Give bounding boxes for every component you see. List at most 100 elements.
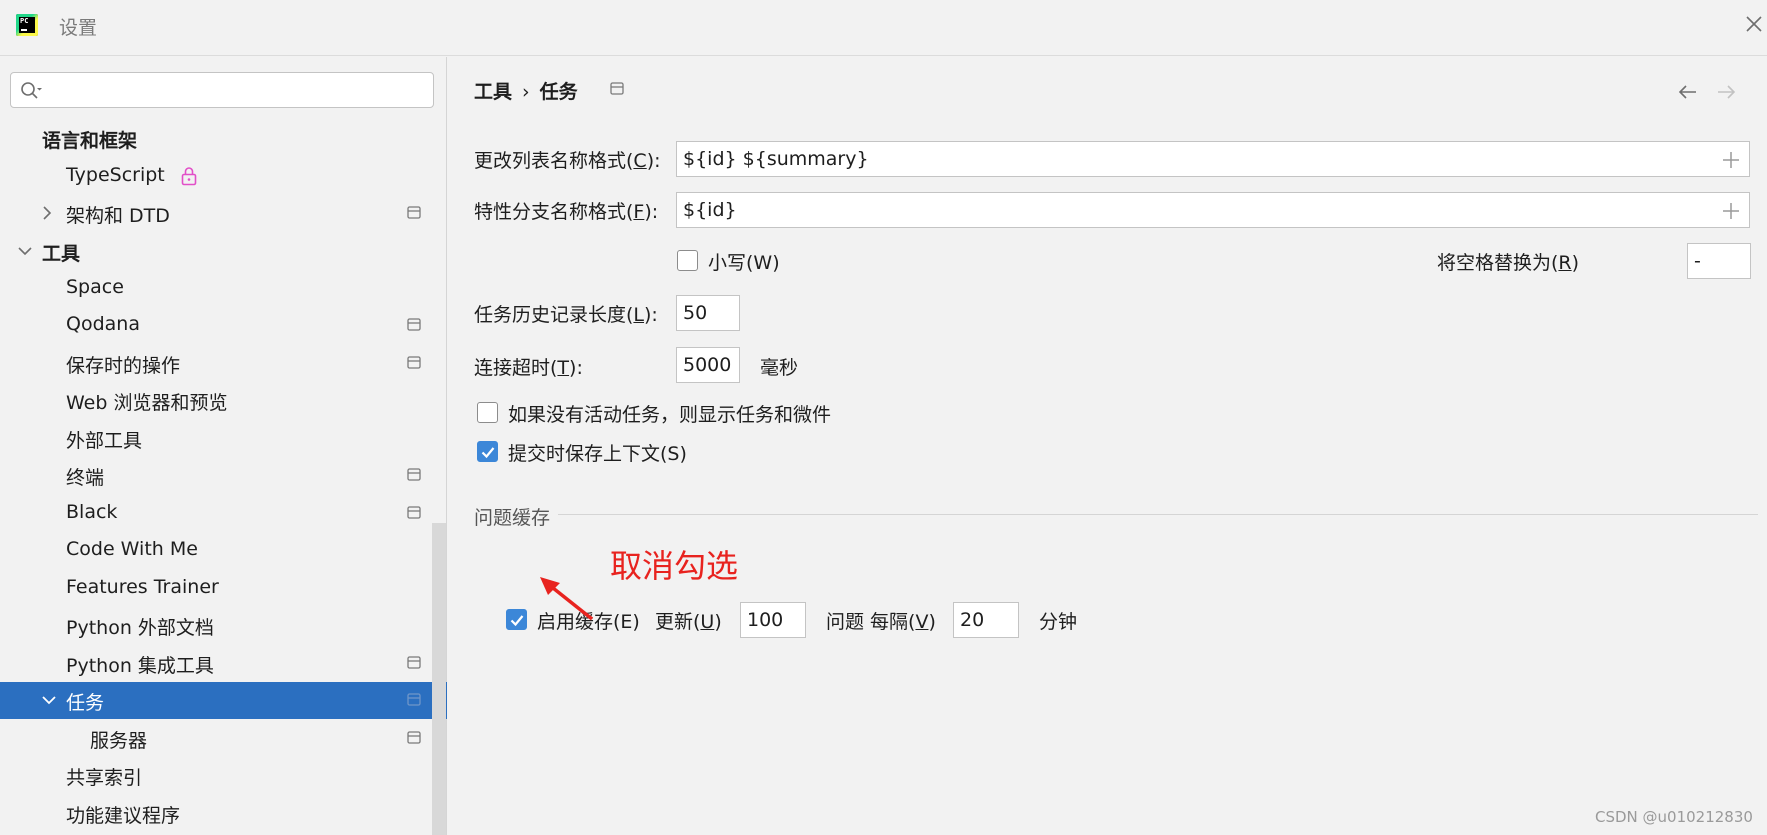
save-context-label: 提交时保存上下文(S) — [508, 443, 687, 465]
close-icon[interactable] — [1742, 12, 1766, 36]
sidebar-item-servers[interactable]: 服务器 — [0, 720, 447, 757]
interval-unit: 分钟 — [1039, 611, 1078, 633]
update-field[interactable] — [740, 602, 806, 638]
sidebar-item-actions-on-save[interactable]: 保存时的操作 — [0, 345, 447, 382]
sidebar-item-label: 保存时的操作 — [66, 355, 181, 377]
annotation-text: 取消勾选 — [610, 547, 739, 585]
sidebar-item-label: 服务器 — [90, 730, 148, 752]
project-level-icon — [407, 693, 421, 706]
sidebar-item-label: 工具 — [42, 243, 81, 265]
branch-format-field[interactable] — [676, 192, 1750, 228]
replace-spaces-label: 将空格替换为(R) — [1437, 252, 1580, 274]
sidebar-item-label: Code With Me — [66, 538, 198, 560]
sidebar-item-external-tools[interactable]: 外部工具 — [0, 420, 447, 457]
replace-spaces-field[interactable] — [1687, 243, 1751, 279]
title-bar: PC 设置 — [0, 0, 1767, 56]
sidebar-item-label: Web 浏览器和预览 — [66, 392, 228, 414]
sidebar-item-code-with-me[interactable]: Code With Me — [0, 532, 447, 569]
timeout-unit: 毫秒 — [760, 357, 799, 379]
branch-format-label: 特性分支名称格式(F): — [474, 201, 659, 223]
sidebar-item-label: 终端 — [66, 467, 105, 489]
sidebar-scrollbar[interactable] — [432, 523, 446, 835]
forward-arrow-icon[interactable] — [1714, 81, 1738, 103]
lowercase-label: 小写(W) — [708, 252, 780, 274]
sidebar-item-typescript[interactable]: TypeScript — [0, 158, 447, 195]
sidebar-item-label: 功能建议程序 — [66, 805, 181, 827]
breadcrumb-current: 任务 — [539, 81, 578, 103]
sidebar-item-languages-frameworks[interactable]: 语言和框架 — [0, 120, 447, 157]
changelist-format-field[interactable] — [676, 141, 1750, 177]
sidebar-item-feature-suggester[interactable]: 功能建议程序 — [0, 795, 447, 832]
sidebar-item-tasks[interactable]: 任务 — [0, 682, 447, 719]
history-length-input[interactable] — [683, 300, 735, 326]
sidebar-item-label: 语言和框架 — [42, 130, 138, 152]
sidebar-item-web-browsers[interactable]: Web 浏览器和预览 — [0, 382, 447, 419]
show-widget-label: 如果没有活动任务，则显示任务和微件 — [508, 404, 832, 426]
window-title: 设置 — [59, 17, 98, 39]
sidebar-item-label: 架构和 DTD — [66, 205, 170, 227]
update-input[interactable] — [747, 607, 801, 633]
project-level-icon — [407, 318, 421, 331]
lowercase-checkbox[interactable] — [677, 250, 698, 271]
settings-sidebar: 语言和框架 TypeScript 架构和 DTD 工具 Space Qodana… — [0, 57, 447, 835]
sidebar-item-label: Black — [66, 501, 118, 523]
project-level-icon — [407, 468, 421, 481]
search-box[interactable] — [10, 72, 434, 108]
check-icon — [481, 447, 495, 459]
interval-input[interactable] — [960, 607, 1014, 633]
sidebar-item-label: 共享索引 — [66, 767, 143, 789]
sidebar-item-label: Qodana — [66, 313, 140, 335]
replace-spaces-input[interactable] — [1694, 248, 1744, 274]
sidebar-item-features-trainer[interactable]: Features Trainer — [0, 570, 447, 607]
sidebar-item-python-external-docs[interactable]: Python 外部文档 — [0, 607, 447, 644]
pycharm-logo-icon: PC — [16, 14, 38, 36]
sidebar-item-tools[interactable]: 工具 — [0, 233, 447, 270]
enable-cache-checkbox[interactable] — [506, 609, 527, 630]
check-icon — [510, 615, 524, 627]
project-level-icon — [610, 82, 624, 95]
sidebar-item-terminal[interactable]: 终端 — [0, 457, 447, 494]
changelist-format-label: 更改列表名称格式(C): — [474, 150, 661, 172]
show-widget-checkbox[interactable] — [477, 402, 498, 423]
back-arrow-icon[interactable] — [1676, 81, 1700, 103]
lock-icon — [181, 167, 197, 186]
search-icon — [21, 82, 42, 99]
project-level-icon — [407, 731, 421, 744]
changelist-format-input[interactable] — [683, 146, 1703, 172]
sidebar-item-space[interactable]: Space — [0, 270, 447, 307]
chevron-down-icon[interactable] — [40, 691, 58, 709]
section-divider — [558, 514, 1758, 515]
sidebar-item-schemas-dtd[interactable]: 架构和 DTD — [0, 195, 447, 232]
breadcrumb: 工具 › 任务 — [474, 77, 578, 104]
search-input[interactable] — [51, 77, 421, 103]
plus-icon[interactable] — [1721, 150, 1741, 170]
sidebar-item-shared-indexes[interactable]: 共享索引 — [0, 757, 447, 794]
sidebar-item-qodana[interactable]: Qodana — [0, 307, 447, 344]
sidebar-item-label: 任务 — [66, 692, 105, 714]
plus-icon[interactable] — [1721, 201, 1741, 221]
issue-cache-section-title: 问题缓存 — [474, 507, 551, 529]
update-label: 更新(U) — [655, 611, 722, 633]
watermark: CSDN @u010212830 — [1595, 808, 1753, 826]
timeout-field[interactable] — [676, 347, 740, 383]
project-level-icon — [407, 206, 421, 219]
breadcrumb-separator: › — [522, 81, 530, 103]
chevron-down-icon[interactable] — [16, 242, 34, 260]
breadcrumb-parent[interactable]: 工具 — [474, 81, 512, 103]
sidebar-item-label: Python 外部文档 — [66, 617, 214, 639]
branch-format-input[interactable] — [683, 197, 1703, 223]
timeout-label: 连接超时(T): — [474, 357, 583, 379]
annotation-arrow-icon — [540, 577, 594, 621]
sidebar-item-label: Space — [66, 276, 124, 298]
timeout-input[interactable] — [683, 352, 737, 378]
project-level-icon — [407, 506, 421, 519]
chevron-right-icon[interactable] — [38, 204, 56, 222]
sidebar-item-black[interactable]: Black — [0, 495, 447, 532]
history-length-field[interactable] — [676, 295, 740, 331]
sidebar-item-label: 外部工具 — [66, 430, 143, 452]
project-level-icon — [407, 656, 421, 669]
sidebar-item-python-integrated-tools[interactable]: Python 集成工具 — [0, 645, 447, 682]
interval-field[interactable] — [953, 602, 1019, 638]
save-context-checkbox[interactable] — [477, 441, 498, 462]
sidebar-item-label: Features Trainer — [66, 576, 219, 598]
